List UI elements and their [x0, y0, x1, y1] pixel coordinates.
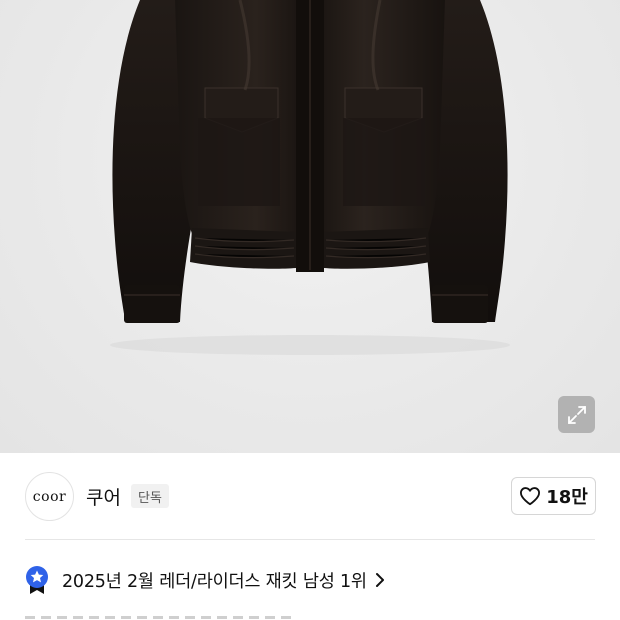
- like-count: 18만: [546, 487, 588, 508]
- brand-logo-text: coor: [32, 488, 67, 505]
- like-button[interactable]: 18만: [511, 477, 596, 515]
- exclusive-badge: 단독: [131, 484, 169, 508]
- chevron-right-icon: [375, 573, 384, 587]
- product-image[interactable]: [0, 0, 620, 453]
- expand-image-button[interactable]: [558, 396, 595, 433]
- divider: [25, 539, 595, 540]
- ranking-badge-star-icon: [26, 566, 48, 594]
- ranking-text: 2025년 2월 레더/라이더스 재킷 남성 1위: [62, 571, 367, 592]
- expand-icon: [567, 405, 586, 424]
- heart-outline-icon: [520, 487, 541, 506]
- brand-logo[interactable]: coor: [25, 472, 74, 521]
- truncated-next-line: [25, 612, 325, 620]
- jacket-illustration: [110, 0, 510, 355]
- ranking-link[interactable]: 2025년 2월 레더/라이더스 재킷 남성 1위: [25, 563, 385, 597]
- brand-name[interactable]: 쿠어: [86, 483, 121, 510]
- brand-row: coor 쿠어 단독 18만: [0, 453, 620, 539]
